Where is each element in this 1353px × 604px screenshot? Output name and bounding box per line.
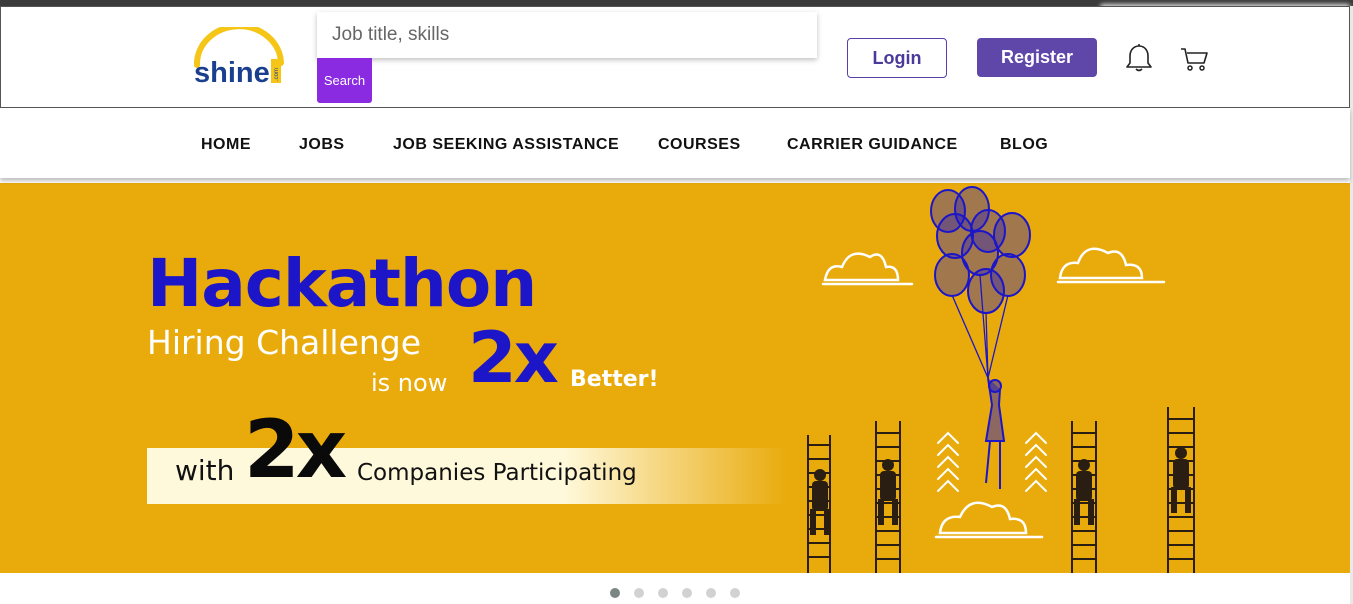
carousel-dot-3[interactable] — [658, 588, 668, 598]
register-button[interactable]: Register — [977, 38, 1097, 77]
banner-multiplier: 2x — [468, 317, 559, 399]
search-button[interactable]: Search — [317, 58, 372, 103]
main-nav: HOME JOBS JOB SEEKING ASSISTANCE COURSES… — [0, 108, 1350, 178]
carousel-dot-6[interactable] — [730, 588, 740, 598]
nav-item-jobs[interactable]: JOBS — [299, 136, 345, 154]
shine-logo[interactable]: shine .com — [191, 27, 286, 89]
banner-with: with — [175, 454, 235, 487]
nav-item-carrier-guidance[interactable]: CARRIER GUIDANCE — [787, 136, 958, 154]
login-button[interactable]: Login — [847, 38, 947, 78]
nav-item-job-seeking-assistance[interactable]: JOB SEEKING ASSISTANCE — [393, 136, 619, 154]
banner-title: Hackathon — [147, 245, 537, 322]
carousel-dot-2[interactable] — [634, 588, 644, 598]
nav-item-courses[interactable]: COURSES — [658, 136, 741, 154]
logo-text: shine — [194, 57, 270, 89]
carousel-dot-5[interactable] — [706, 588, 716, 598]
bell-icon[interactable] — [1125, 43, 1153, 73]
banner-companies: Companies Participating — [357, 460, 637, 486]
balloon-ladder-illustration — [807, 186, 1195, 573]
banner-subtitle-line2: is now — [371, 369, 448, 397]
cart-icon[interactable] — [1179, 45, 1209, 73]
carousel-dot-1[interactable] — [610, 588, 620, 598]
banner-multiplier-2: 2x — [244, 403, 347, 496]
carousel-dot-4[interactable] — [682, 588, 692, 598]
hackathon-banner[interactable]: Hackathon Hiring Challenge 2x is now Bet… — [0, 183, 1350, 573]
nav-item-blog[interactable]: BLOG — [1000, 136, 1048, 154]
nav-item-home[interactable]: HOME — [201, 136, 251, 154]
logo-suffix: .com — [274, 68, 280, 81]
site-header: shine .com Search Login Register — [0, 6, 1350, 108]
banner-subtitle-line1: Hiring Challenge — [147, 323, 422, 362]
search-input[interactable] — [317, 12, 817, 58]
banner-better: Better! — [570, 367, 659, 392]
